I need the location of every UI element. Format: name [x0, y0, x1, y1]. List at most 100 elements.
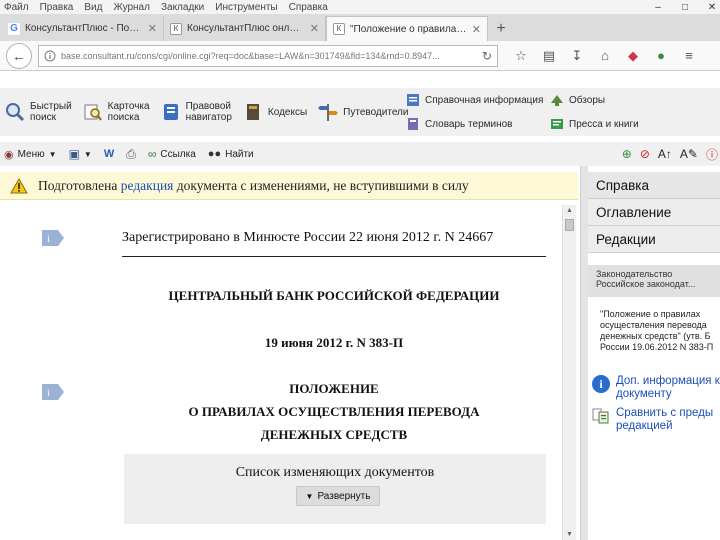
- consultant-toolbar: Быстрый поиск Карточка поиска Правовой н…: [0, 88, 720, 136]
- menu-dropdown-button[interactable]: ◉ Меню ▼: [4, 148, 57, 161]
- dictionary-icon: [405, 116, 421, 132]
- svg-text:i: i: [47, 234, 50, 245]
- dropdown-arrow-icon: ▼: [48, 149, 57, 159]
- find-button[interactable]: ●● Найти: [208, 148, 254, 160]
- reviews-icon: [549, 92, 565, 108]
- minimize-icon[interactable]: –: [650, 2, 666, 13]
- info-icon: i: [592, 375, 610, 393]
- close-window-icon[interactable]: ✕: [704, 2, 720, 13]
- bookmark-star-icon[interactable]: ☆: [512, 47, 530, 65]
- scroll-up-arrow-icon[interactable]: ▲: [566, 207, 574, 214]
- reload-icon[interactable]: ↻: [482, 49, 492, 63]
- paragraph-info-icon[interactable]: i: [42, 230, 64, 246]
- registration-line: Зарегистрировано в Минюсте России 22 июн…: [122, 230, 494, 245]
- home-icon[interactable]: ⌂: [596, 47, 614, 65]
- issuer-heading: ЦЕНТРАЛЬНЫЙ БАНК РОССИЙСКОЙ ФЕДЕРАЦИИ: [168, 288, 500, 303]
- tab-contents[interactable]: Оглавление: [588, 199, 720, 226]
- address-bar[interactable]: base.consultant.ru/cons/cgi/online.cgi?r…: [38, 44, 498, 67]
- info-small-icon[interactable]: ⓘ: [706, 146, 718, 163]
- document-toolbar: ◉ Меню ▼ ▣ ▼ W ⎙ ∞ Ссылка ●● Найти ⊕ ⊘ A…: [0, 142, 720, 166]
- edition-notice: Подготовлена редакция документа с измене…: [0, 172, 578, 200]
- link-button[interactable]: ∞ Ссылка: [148, 147, 196, 161]
- horizontal-rule: [122, 256, 546, 257]
- reading-list-icon[interactable]: ▤: [540, 47, 558, 65]
- scrollbar-thumb[interactable]: [565, 219, 574, 231]
- new-tab-button[interactable]: +: [488, 16, 514, 41]
- menu-tools[interactable]: Инструменты: [215, 2, 277, 13]
- panel-splitter[interactable]: [580, 166, 588, 540]
- menu-edit[interactable]: Правка: [40, 2, 74, 13]
- search-card-button[interactable]: Карточка поиска: [82, 101, 150, 123]
- back-button[interactable]: ←: [6, 42, 32, 69]
- print-button[interactable]: ⎙: [126, 147, 136, 162]
- info-icon[interactable]: [44, 50, 56, 62]
- legal-navigator-button[interactable]: Правовой навигатор: [160, 101, 232, 123]
- document-scrollbar[interactable]: ▲ ▼: [562, 205, 576, 540]
- no-entry-icon[interactable]: ⊘: [640, 147, 650, 161]
- compare-icon: [592, 408, 609, 424]
- dictionary-button[interactable]: Словарь терминов: [405, 116, 549, 132]
- chevron-down-icon: ▼: [305, 491, 314, 501]
- add-to-folder-icon[interactable]: ⊕: [622, 147, 632, 161]
- tab-reference[interactable]: Справка: [588, 172, 720, 199]
- link-icon: ∞: [147, 147, 157, 161]
- document-toolbar-right: ⊕ ⊘ A↑ A✎ ⓘ: [622, 142, 720, 166]
- document-title-line2: ДЕНЕЖНЫХ СРЕДСТВ: [260, 427, 408, 442]
- close-tab-icon[interactable]: ✕: [472, 23, 481, 36]
- extension-icon[interactable]: ●: [652, 47, 670, 65]
- consultant-favicon-icon: К: [333, 23, 345, 35]
- downloads-icon[interactable]: ↧: [568, 47, 586, 65]
- word-icon: W: [103, 148, 115, 160]
- codex-button[interactable]: Кодексы: [242, 101, 307, 123]
- increase-font-icon[interactable]: A↑: [658, 147, 672, 161]
- warning-icon: [10, 177, 28, 193]
- search-card-icon: [82, 101, 104, 123]
- guides-button[interactable]: Путеводители: [317, 101, 408, 123]
- tab-consultant-search[interactable]: G КонсультантПлюс - Поиск... ✕: [2, 16, 164, 41]
- svg-text:i: i: [47, 388, 50, 399]
- url-text[interactable]: base.consultant.ru/cons/cgi/online.cgi?r…: [61, 51, 477, 61]
- printer-icon: ⎙: [126, 146, 136, 161]
- menu-file[interactable]: Файл: [4, 2, 29, 13]
- reference-icon: [405, 92, 421, 108]
- signpost-icon: [317, 101, 339, 123]
- reviews-button[interactable]: Обзоры: [549, 92, 659, 108]
- menu-view[interactable]: Вид: [84, 2, 102, 13]
- expand-button[interactable]: ▼ Развернуть: [296, 486, 380, 506]
- pocket-icon[interactable]: ◆: [624, 47, 642, 65]
- user-menu-icon: ◉: [4, 148, 14, 161]
- consultant-favicon-icon: К: [170, 22, 182, 35]
- edition-link[interactable]: редакция: [121, 178, 174, 193]
- edit-font-icon[interactable]: A✎: [680, 147, 698, 161]
- google-favicon-icon: G: [8, 22, 20, 35]
- tab-document[interactable]: К "Положение о правилах... ✕: [326, 16, 488, 41]
- hamburger-menu-icon[interactable]: ≡: [680, 47, 698, 65]
- notice-suffix: документа с изменениями, не вступившими …: [176, 177, 469, 193]
- side-panel: Справка Оглавление Редакции Законодатель…: [588, 172, 720, 540]
- document-type: ПОЛОЖЕНИЕ: [289, 381, 379, 396]
- notice-prefix: Подготовлена: [38, 177, 118, 193]
- menu-help[interactable]: Справка: [289, 2, 328, 13]
- tab-label: КонсультантПлюс онлайн...: [187, 23, 305, 34]
- additional-info-link[interactable]: i Доп. информация к документу: [588, 375, 720, 401]
- close-tab-icon[interactable]: ✕: [148, 22, 157, 35]
- reference-info-button[interactable]: Справочная информация: [405, 92, 549, 108]
- document-body: i Зарегистрировано в Минюсте России 22 и…: [0, 205, 562, 540]
- quick-search-button[interactable]: Быстрый поиск: [4, 101, 72, 123]
- tab-label: "Положение о правилах...: [350, 23, 467, 35]
- save-disk-icon: ▣: [68, 147, 80, 161]
- scroll-down-arrow-icon[interactable]: ▼: [566, 531, 574, 538]
- maximize-icon[interactable]: □: [677, 2, 693, 13]
- press-books-button[interactable]: Пресса и книги: [549, 116, 659, 132]
- menu-bookmarks[interactable]: Закладки: [161, 2, 204, 13]
- save-button[interactable]: ▣ ▼: [69, 147, 92, 161]
- close-tab-icon[interactable]: ✕: [310, 22, 319, 35]
- compare-editions-link[interactable]: Сравнить с преды редакцией: [588, 407, 720, 433]
- tab-editions[interactable]: Редакции: [588, 226, 720, 253]
- menu-history[interactable]: Журнал: [113, 2, 150, 13]
- word-export-button[interactable]: W: [104, 148, 114, 160]
- codex-book-icon: [242, 101, 264, 123]
- tab-consultant-online[interactable]: К КонсультантПлюс онлайн... ✕: [164, 16, 326, 41]
- paragraph-info-icon[interactable]: i: [42, 384, 64, 400]
- legislation-header: Законодательство: [596, 269, 673, 279]
